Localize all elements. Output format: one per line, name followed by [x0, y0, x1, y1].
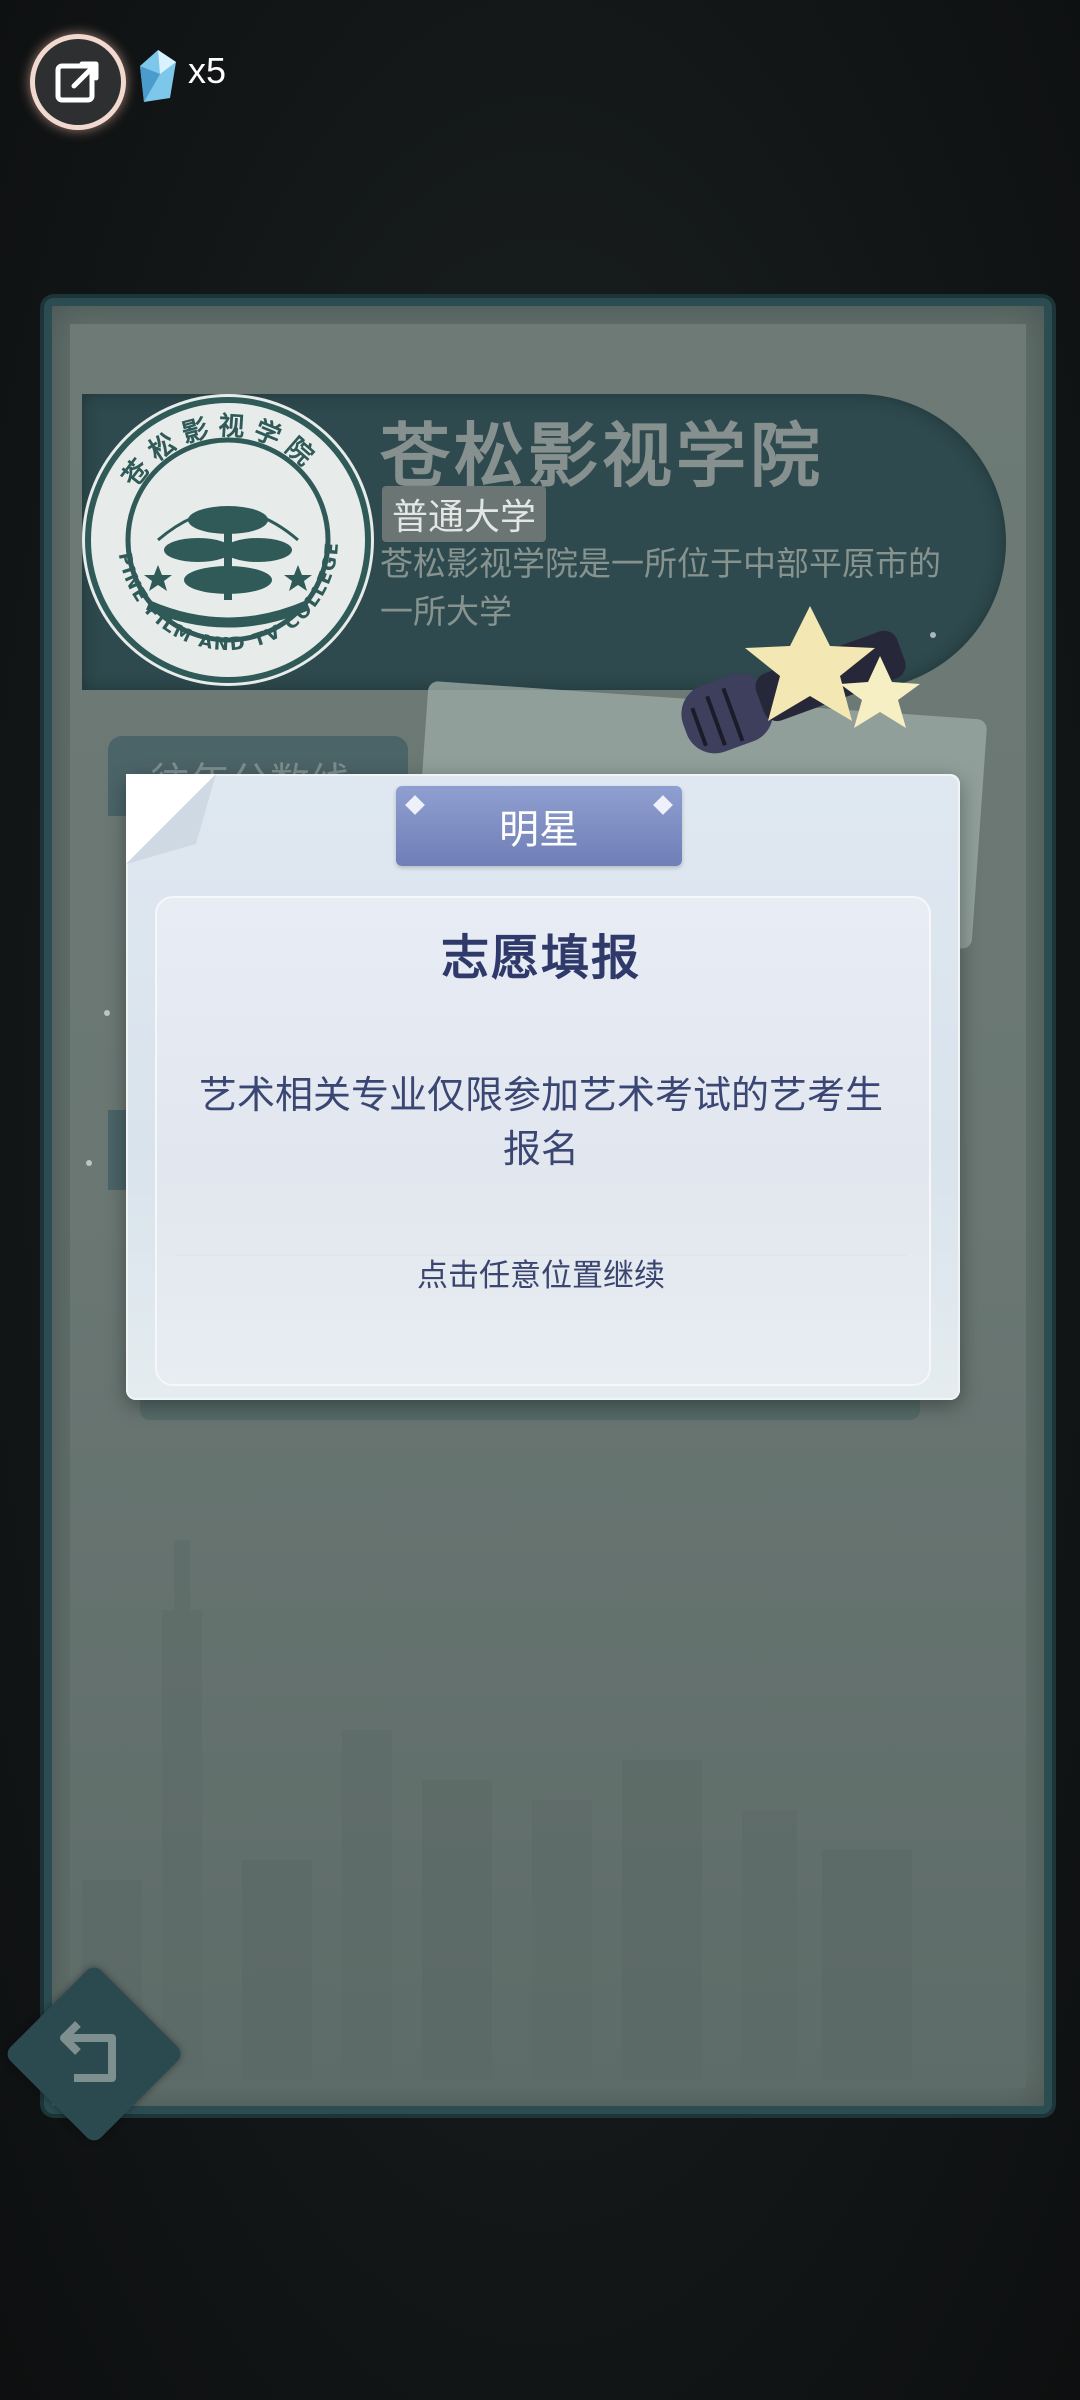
ribbon-text: 明星 [499, 807, 579, 853]
sparkle [930, 632, 936, 638]
dialog-title: 志愿填报 [440, 930, 641, 986]
ribbon-diamond-left [405, 795, 425, 815]
exit-button[interactable] [30, 34, 126, 130]
city-skyline [82, 1540, 912, 2080]
microphone-with-stars-icon [681, 606, 920, 754]
back-arrow-icon [60, 2021, 116, 2082]
school-logo: 苍松影视学院 PINE FILM AND TV COLLEGE [82, 394, 374, 686]
currency-count: x5 [188, 50, 227, 91]
ribbon-label: 明星 [396, 786, 682, 866]
sparkle [104, 1010, 110, 1016]
sparkle [316, 850, 322, 856]
dialog-message: 艺术相关专业仅限参加艺术考试的艺考生报名 [198, 1073, 883, 1171]
tap-to-continue-hint[interactable]: 点击任意位置继续 [155, 1250, 927, 1295]
blue-crystal-icon [140, 50, 176, 102]
dialog-corner-fold [126, 774, 216, 864]
school-type-badge: 普通大学 [382, 486, 547, 542]
exit-arrow-icon [55, 61, 99, 103]
ribbon-diamond-right [653, 795, 673, 815]
sparkle [86, 1160, 92, 1166]
